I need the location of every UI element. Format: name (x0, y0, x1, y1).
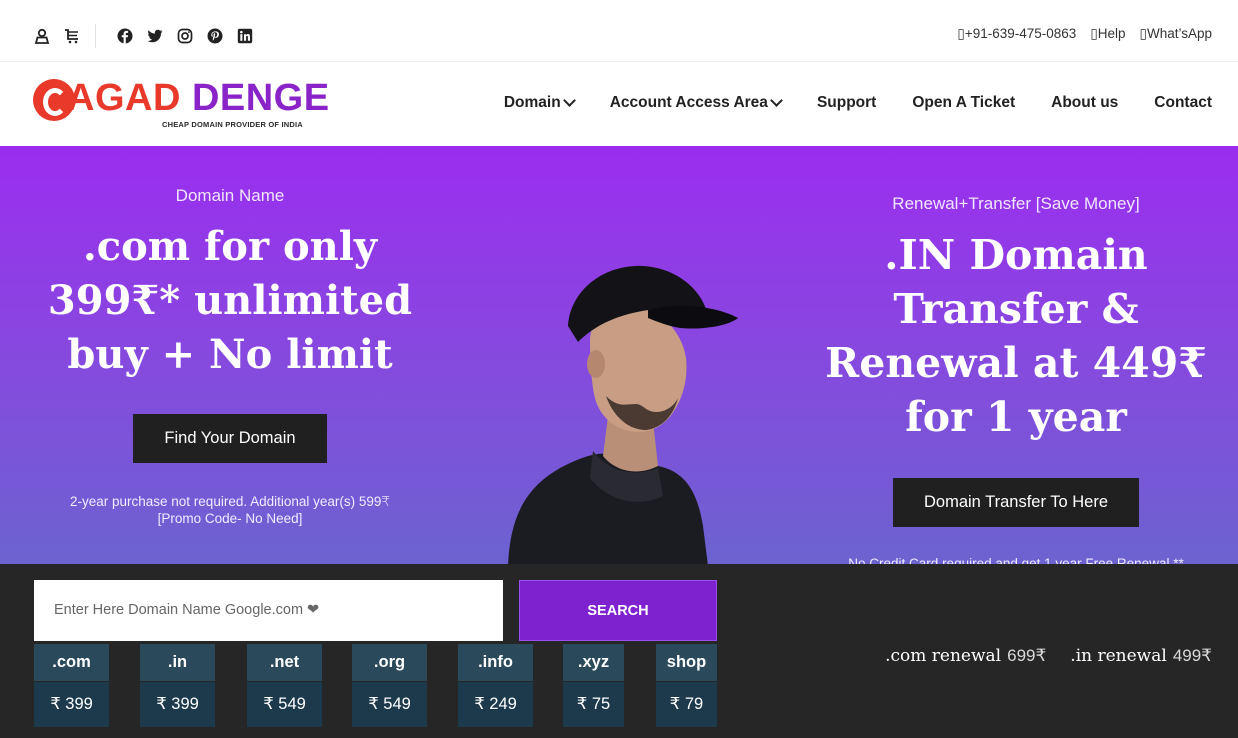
main-nav: Domain Account Access Area Support Open … (504, 94, 1212, 112)
hero-left-kicker: Domain Name (175, 186, 285, 205)
hero-right-kicker: Renewal+Transfer [Save Money] (892, 194, 1140, 213)
hero-left-headline: .com for only 399₹* unlimited buy + No l… (47, 223, 413, 378)
renewal-amount: 499₹ (1172, 646, 1212, 665)
top-bar: ▯+91-639-475-0863 ▯Help ▯What’sApp (0, 8, 1238, 62)
logo-wordmark: AGAD DENGE (67, 76, 330, 120)
site-header: AGAD DENGE CHEAP DOMAIN PROVIDER OF INDI… (0, 62, 1238, 146)
find-your-domain-button[interactable]: Find Your Domain (133, 414, 327, 463)
chevron-down-icon (770, 94, 783, 107)
renewal-prices: .com renewal 699₹ .in renewal 499₹ (885, 646, 1212, 666)
tld-extension: .org (352, 644, 427, 681)
tld-card[interactable]: shop ₹ 79 (656, 644, 717, 727)
renewal-label: .com renewal (885, 646, 1002, 666)
top-bar-left (33, 24, 254, 48)
nav-item-account-access-area[interactable]: Account Access Area (609, 94, 783, 112)
pinterest-icon[interactable] (206, 26, 224, 46)
help-icon: ▯ (1090, 26, 1098, 41)
tld-card[interactable]: .in ₹ 399 (140, 644, 215, 727)
logo-word-2: DENGE (191, 77, 330, 119)
nav-item-domain[interactable]: Domain (503, 94, 576, 112)
whatsapp-icon: ▯ (1139, 26, 1147, 41)
tld-card[interactable]: .net ₹ 549 (247, 644, 322, 727)
site-logo[interactable]: AGAD DENGE CHEAP DOMAIN PROVIDER OF INDI… (33, 76, 329, 132)
whatsapp-link[interactable]: ▯What’sApp (1140, 26, 1212, 42)
tld-card[interactable]: .org ₹ 549 (352, 644, 427, 727)
nav-item-about-us[interactable]: About us (1051, 94, 1118, 112)
twitter-icon[interactable] (146, 26, 164, 46)
top-bar-contact: ▯+91-639-475-0863 ▯Help ▯What’sApp (957, 26, 1212, 42)
help-label: Help (1097, 26, 1126, 41)
logo-tagline: CHEAP DOMAIN PROVIDER OF INDIA (162, 120, 303, 129)
linkedin-icon[interactable] (236, 26, 254, 46)
tld-price: ₹ 79 (656, 682, 717, 727)
instagram-icon[interactable] (176, 26, 194, 46)
hero-left-note-line-1: 2-year purchase not required. Additional… (69, 494, 391, 509)
tld-extension: .xyz (563, 644, 624, 681)
social-links (116, 26, 254, 46)
nav-label: Domain (503, 94, 561, 111)
hero-banner: Domain Name .com for only 399₹* unlimite… (0, 146, 1238, 564)
hero-right-note: No Credit Card required and get 1 year F… (848, 556, 1184, 564)
tld-extension: shop (656, 644, 717, 681)
tld-card[interactable]: .info ₹ 249 (458, 644, 533, 727)
cart-icon[interactable] (63, 26, 81, 46)
tld-price: ₹ 399 (34, 682, 109, 727)
nav-item-support[interactable]: Support (817, 94, 876, 112)
tld-price: ₹ 75 (563, 682, 624, 727)
divider (95, 24, 96, 48)
chevron-down-icon (562, 94, 576, 107)
tld-price: ₹ 399 (140, 682, 215, 727)
domain-search-section: Enter Here Domain Name Google.com ❤ SEAR… (0, 564, 1238, 738)
phone-icon: ▯ (957, 26, 965, 41)
tld-extension: .info (458, 644, 533, 681)
hero-left-note: 2-year purchase not required. Additional… (0, 493, 460, 527)
nav-item-contact[interactable]: Contact (1154, 94, 1212, 112)
hero-right-headline: .IN Domain Transfer & Renewal at 449₹ fo… (825, 231, 1207, 441)
tld-card[interactable]: .xyz ₹ 75 (563, 644, 624, 727)
nav-label: Account Access Area (609, 94, 768, 111)
renewal-item-in: .in renewal 499₹ (1070, 646, 1212, 666)
renewal-label: .in renewal (1070, 646, 1167, 666)
tld-price: ₹ 249 (458, 682, 533, 727)
tld-extension: .net (247, 644, 322, 681)
help-link[interactable]: ▯Help (1090, 26, 1125, 42)
nav-item-open-a-ticket[interactable]: Open A Ticket (912, 94, 1015, 112)
tld-price: ₹ 549 (352, 682, 427, 727)
user-icon[interactable] (33, 26, 51, 46)
whatsapp-label: What’sApp (1146, 26, 1212, 41)
phone-link[interactable]: ▯+91-639-475-0863 (957, 26, 1076, 42)
hero-left-offer: Domain Name .com for only 399₹* unlimite… (0, 186, 460, 527)
tld-card[interactable]: .com ₹ 399 (34, 644, 109, 727)
tld-price: ₹ 549 (247, 682, 322, 727)
facebook-icon[interactable] (116, 26, 134, 46)
renewal-item-com: .com renewal 699₹ (885, 646, 1046, 666)
tld-extension: .com (34, 644, 109, 681)
logo-word-1: AGAD (67, 77, 181, 119)
renewal-amount: 699₹ (1007, 646, 1047, 665)
tld-extension: .in (140, 644, 215, 681)
hero-right-offer: Renewal+Transfer [Save Money] .IN Domain… (796, 194, 1236, 564)
hero-left-note-line-2: [Promo Code- No Need] (157, 511, 303, 526)
hero-person-image (508, 265, 738, 564)
search-button[interactable]: SEARCH (519, 580, 717, 641)
domain-transfer-button[interactable]: Domain Transfer To Here (892, 478, 1140, 527)
phone-label: +91-639-475-0863 (964, 26, 1077, 41)
domain-search-input[interactable]: Enter Here Domain Name Google.com ❤ (34, 580, 503, 641)
